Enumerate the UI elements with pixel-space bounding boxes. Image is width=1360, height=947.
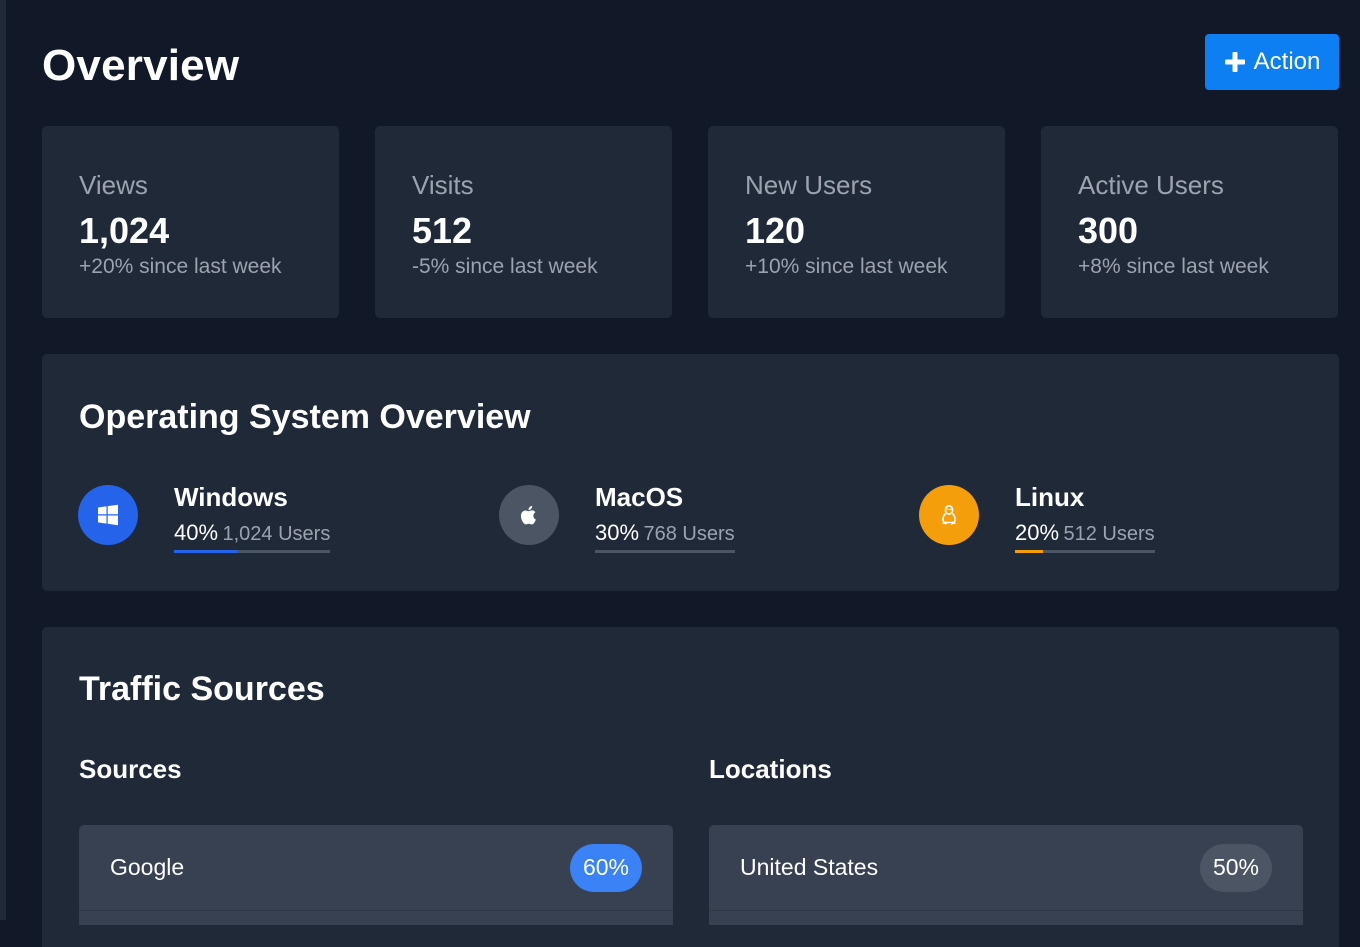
plus-icon	[1224, 52, 1245, 72]
os-percent: 30%	[595, 520, 640, 545]
os-percent: 20%	[1015, 520, 1060, 545]
stat-value: 120	[745, 210, 806, 251]
linux-icon	[919, 485, 979, 545]
stat-change: +8% since last week	[1078, 255, 1269, 278]
stat-value: 512	[412, 210, 473, 251]
action-button[interactable]: Action	[1205, 34, 1339, 90]
list-item[interactable]: Google 60%	[79, 825, 673, 911]
os-users: 512 Users	[1063, 523, 1155, 545]
locations-list: United States 50%	[709, 825, 1303, 925]
page-title: Overview	[42, 41, 240, 90]
os-item-windows: Windows 40% 1,024 Users	[78, 482, 331, 553]
stat-label: New Users	[745, 170, 873, 200]
left-sidebar-edge	[0, 0, 6, 920]
stat-label: Active Users	[1078, 170, 1224, 200]
os-users: 1,024 Users	[222, 523, 331, 545]
source-label: Google	[110, 854, 185, 880]
main-content: Overview Action Views 1,024 +20% since l…	[42, 0, 1339, 947]
locations-heading: Locations	[709, 754, 832, 784]
stats-row: Views 1,024 +20% since last week Visits …	[42, 126, 1339, 318]
stat-card-views: Views 1,024 +20% since last week	[42, 126, 339, 318]
os-name: Windows	[174, 482, 288, 512]
os-item-linux: Linux 20% 512 Users	[919, 482, 1155, 553]
stat-card-active-users: Active Users 300 +8% since last week	[1041, 126, 1338, 318]
sources-heading: Sources	[79, 754, 182, 784]
stat-change: -5% since last week	[412, 255, 598, 278]
list-item[interactable]: United States 50%	[709, 825, 1303, 911]
stat-change: +20% since last week	[79, 255, 282, 278]
os-progress-bar	[174, 550, 331, 553]
windows-icon	[78, 485, 138, 545]
os-progress-bar	[1015, 550, 1155, 553]
os-progress-fill	[1015, 550, 1043, 553]
traffic-sources-card: Traffic Sources Sources Locations Google…	[42, 627, 1339, 947]
action-button-label: Action	[1253, 48, 1321, 75]
stat-change: +10% since last week	[745, 255, 948, 278]
os-item-macos: MacOS 30% 768 Users	[499, 482, 735, 553]
os-progress-fill	[174, 550, 237, 553]
os-users: 768 Users	[643, 523, 735, 545]
percent-badge: 50%	[1199, 843, 1272, 892]
stat-value: 1,024	[79, 210, 170, 251]
os-progress-fill	[595, 550, 637, 553]
page-header: Overview Action	[42, 0, 1339, 126]
location-label: United States	[740, 854, 879, 880]
stat-value: 300	[1078, 210, 1139, 251]
os-name: Linux	[1015, 482, 1085, 512]
stat-label: Visits	[412, 170, 474, 200]
os-overview-title: Operating System Overview	[79, 398, 531, 436]
percent-badge: 60%	[569, 843, 642, 892]
os-percent: 40%	[174, 520, 219, 545]
os-progress-bar	[595, 550, 735, 553]
stat-card-visits: Visits 512 -5% since last week	[375, 126, 672, 318]
stat-card-new-users: New Users 120 +10% since last week	[708, 126, 1005, 318]
os-name: MacOS	[595, 482, 684, 512]
os-overview-card: Operating System Overview Windows 40% 1,…	[42, 354, 1339, 591]
apple-icon	[499, 485, 559, 545]
traffic-sources-title: Traffic Sources	[79, 670, 325, 708]
stat-label: Views	[79, 170, 148, 200]
sources-list: Google 60%	[79, 825, 673, 925]
